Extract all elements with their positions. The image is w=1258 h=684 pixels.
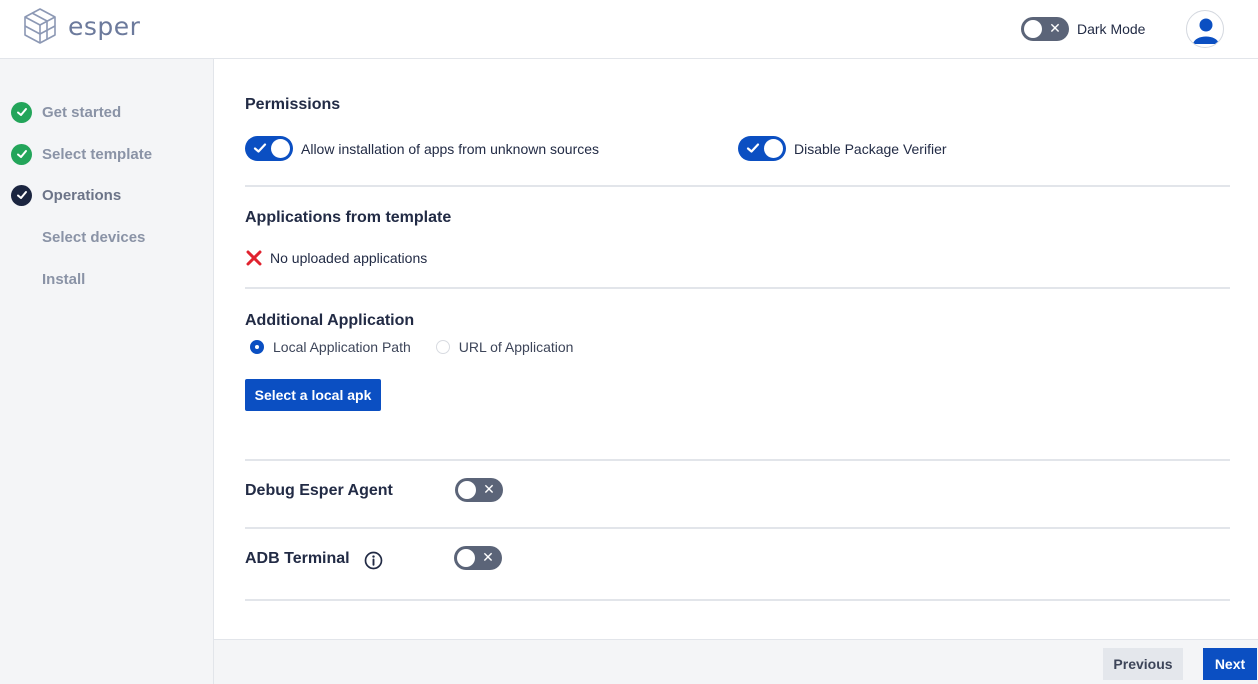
toggle-knob [1024,20,1042,38]
step-label: Select devices [42,228,146,246]
additional-app-title: Additional Application [245,312,415,329]
info-circle-icon[interactable] [364,551,383,570]
toggle-knob [457,549,475,567]
divider [245,287,1230,289]
permissions-title: Permissions [245,96,341,113]
step-label: Select template [42,145,153,163]
step-label: Get started [42,103,122,121]
dark-mode-toggle[interactable]: ✕ [1021,17,1069,41]
select-local-apk-button[interactable]: Select a local apk [245,379,381,411]
url-radio[interactable] [435,340,450,354]
debug-agent-label: Debug Esper Agent [245,482,393,499]
user-avatar-icon [1193,18,1219,44]
permission-package-verifier: Disable Package Verifier [738,136,947,161]
toggle-knob [271,139,290,158]
x-mark-icon [246,250,262,266]
local-path-label[interactable]: Local Application Path [273,339,411,355]
esper-cube-icon [24,8,56,44]
previous-button[interactable]: Previous [1103,648,1183,680]
toggle-knob [764,139,783,158]
wizard-sidebar: Get started Select template Operations S… [0,59,214,684]
check-icon [746,143,760,153]
esper-logo[interactable]: esper [22,7,140,45]
adb-terminal-label: ADB Terminal [245,550,350,567]
main-content: Permissions Allow installation of apps f… [214,59,1258,639]
check-circle-icon [11,184,32,206]
user-avatar-button[interactable] [1186,10,1224,48]
check-circle-icon [11,143,32,165]
permission-label: Allow installation of apps from unknown … [301,140,600,157]
no-apps-label: No uploaded applications [270,250,428,266]
local-path-radio[interactable] [250,340,264,354]
next-button[interactable]: Next [1203,648,1257,680]
check-circle-icon [11,101,32,123]
check-icon [253,143,267,153]
divider [245,185,1230,187]
step-get-started[interactable]: Get started [11,101,121,123]
step-operations[interactable]: Operations [11,184,121,206]
x-icon: ✕ [483,482,495,498]
toggle-knob [458,481,476,499]
wizard-footer: Previous Next [214,639,1258,684]
dark-mode-control: ✕ Dark Mode [1021,17,1145,41]
debug-agent-toggle[interactable]: ✕ [455,478,503,502]
permission-label: Disable Package Verifier [794,140,947,157]
divider [245,459,1230,461]
adb-terminal-toggle[interactable]: ✕ [454,546,502,570]
divider [245,599,1230,601]
no-apps-message: No uploaded applications [245,249,427,267]
step-select-template[interactable]: Select template [11,143,152,165]
step-label: Install [42,270,86,288]
app-source-options: Local Application Path URL of Applicatio… [250,339,573,355]
dark-mode-label: Dark Mode [1077,21,1146,37]
package-verifier-toggle[interactable] [738,136,786,161]
x-icon: ✕ [482,550,494,566]
x-icon: ✕ [1049,21,1061,37]
top-bar: esper ✕ Dark Mode [0,0,1258,59]
template-apps-title: Applications from template [245,209,452,226]
logo-text: esper [68,11,141,41]
permission-unknown-sources: Allow installation of apps from unknown … [245,136,599,161]
step-label: Operations [42,186,122,204]
unknown-sources-toggle[interactable] [245,136,293,161]
divider [245,527,1230,529]
url-label[interactable]: URL of Application [459,339,574,355]
